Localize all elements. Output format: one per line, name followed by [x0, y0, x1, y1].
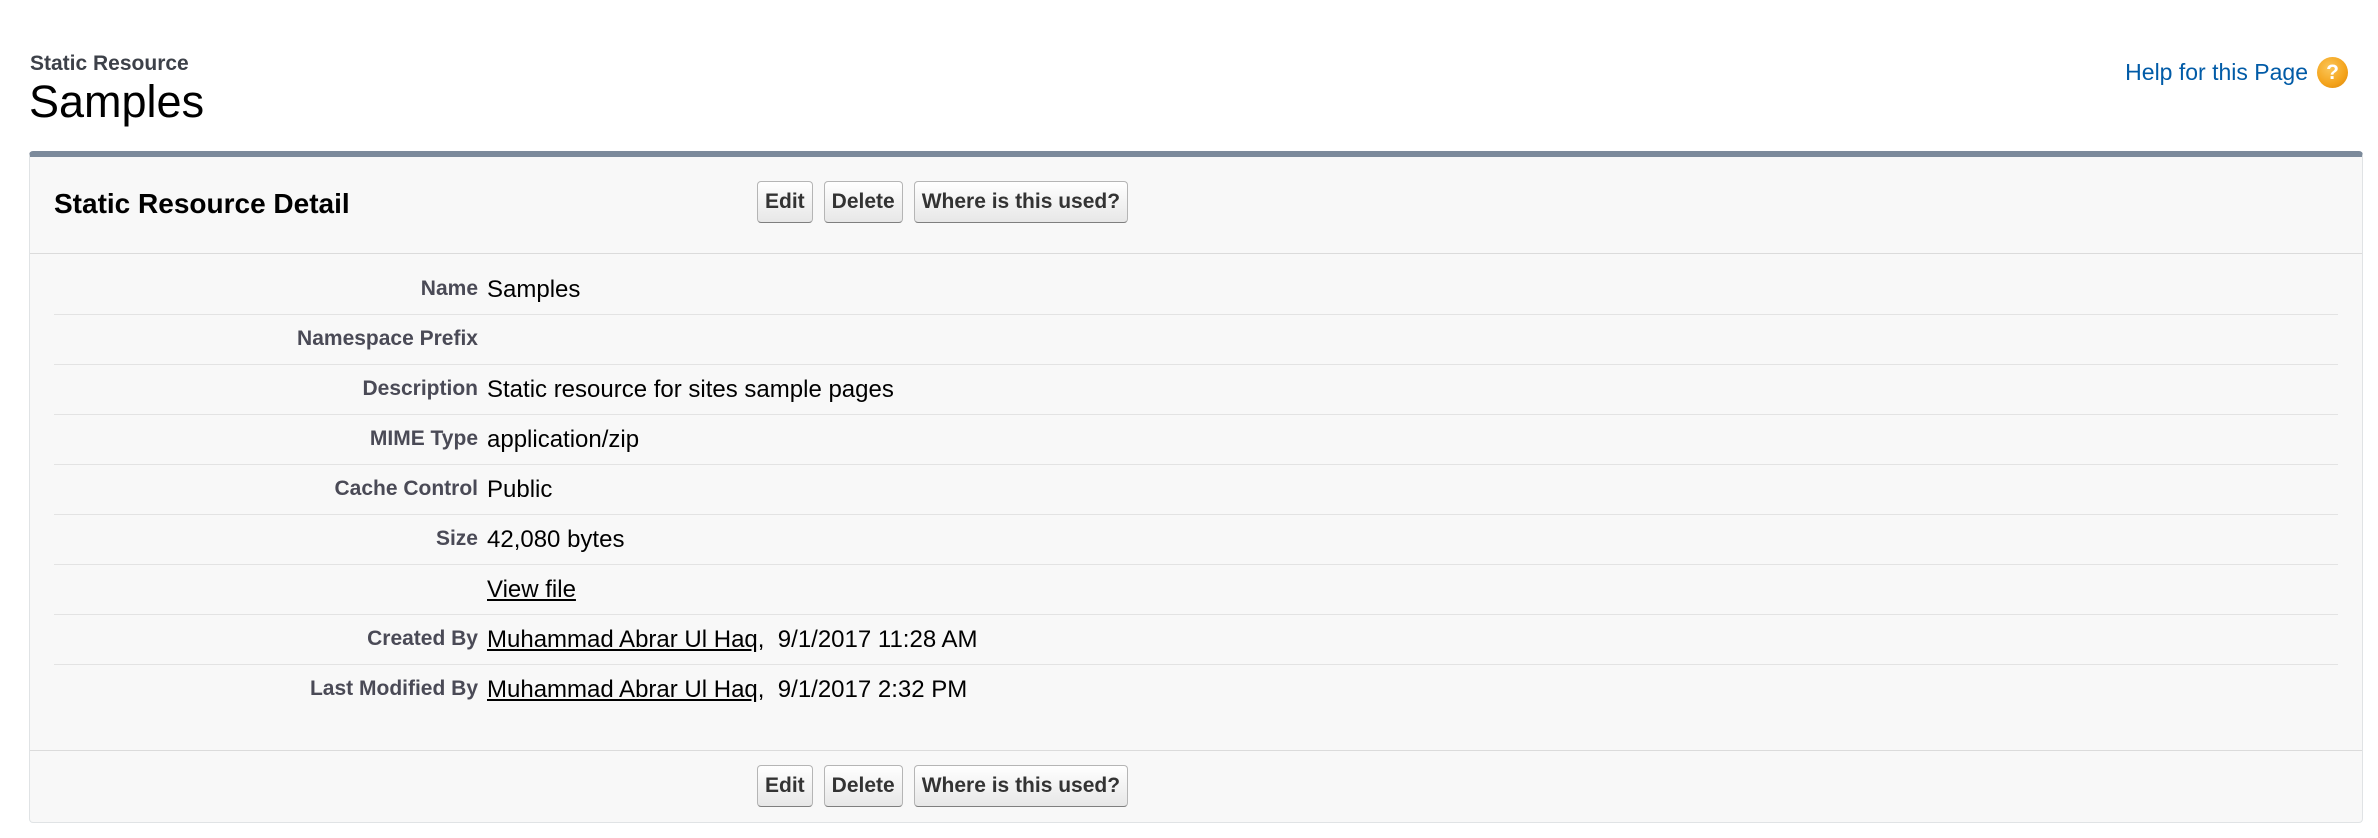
where-is-this-used-button[interactable]: Where is this used? [913, 181, 1129, 223]
delete-button-bottom[interactable]: Delete [823, 765, 903, 807]
view-file-link[interactable]: View file [487, 576, 576, 603]
help-icon: ? [2317, 57, 2348, 88]
field-row-name: Name Samples [54, 265, 2338, 315]
field-label-namespace-prefix: Namespace Prefix [297, 327, 478, 350]
created-by-separator: , [757, 626, 765, 653]
field-label-mime-type: MIME Type [369, 427, 478, 450]
field-value-mime-type: application/zip [487, 426, 640, 453]
last-modified-by-user-link[interactable]: Muhammad Abrar Ul Haq [487, 676, 758, 703]
field-value-size: 42,080 bytes [487, 526, 625, 553]
field-value-last-modified-by: Muhammad Abrar Ul Haq, 9/1/2017 2:32 PM [487, 677, 967, 703]
edit-button[interactable]: Edit [757, 181, 813, 223]
field-row-mime-type: MIME Type application/zip [54, 415, 2338, 465]
page-title: Samples [29, 76, 205, 127]
field-label-size: Size [435, 527, 478, 550]
field-label-name: Name [420, 277, 478, 300]
field-table: Name Samples Namespace Prefix Descriptio… [54, 265, 2338, 714]
field-row-cache-control: Cache Control Public [54, 465, 2338, 515]
page-type-label: Static Resource [30, 52, 189, 75]
panel-footer: Edit Delete Where is this used? [30, 750, 2362, 822]
panel-title: Static Resource Detail [54, 188, 350, 219]
field-value-created-by: Muhammad Abrar Ul Haq, 9/1/2017 11:28 AM [487, 627, 978, 653]
field-value-description: Static resource for sites sample pages [487, 376, 894, 403]
created-by-date: 9/1/2017 11:28 AM [777, 626, 978, 653]
bottom-button-row: Edit Delete Where is this used? [757, 765, 1129, 807]
static-resource-detail-panel: Static Resource Detail Edit Delete Where… [29, 151, 2363, 823]
page-header: Static Resource Samples Help for this Pa… [29, 52, 2348, 132]
field-row-namespace-prefix: Namespace Prefix [54, 315, 2338, 365]
field-value-view-file: View file [487, 577, 576, 603]
edit-button-bottom[interactable]: Edit [757, 765, 813, 807]
field-row-size: Size 42,080 bytes [54, 515, 2338, 565]
field-row-last-modified-by: Last Modified By Muhammad Abrar Ul Haq, … [54, 665, 2338, 714]
field-row-description: Description Static resource for sites sa… [54, 365, 2338, 415]
field-row-created-by: Created By Muhammad Abrar Ul Haq, 9/1/20… [54, 615, 2338, 665]
field-value-cache-control: Public [487, 476, 553, 503]
field-label-last-modified-by: Last Modified By [309, 677, 478, 700]
field-label-created-by: Created By [367, 627, 478, 650]
panel-header: Static Resource Detail Edit Delete Where… [30, 157, 2362, 254]
last-modified-by-separator: , [757, 676, 765, 703]
help-link-label: Help for this Page [2125, 59, 2308, 85]
field-row-view-file: View file [54, 565, 2338, 615]
created-by-user-link[interactable]: Muhammad Abrar Ul Haq [487, 626, 758, 653]
field-label-description: Description [362, 377, 478, 400]
top-button-row: Edit Delete Where is this used? [757, 181, 1129, 223]
where-is-this-used-button-bottom[interactable]: Where is this used? [913, 765, 1129, 807]
field-value-name: Samples [487, 276, 581, 303]
delete-button[interactable]: Delete [823, 181, 903, 223]
last-modified-by-date: 9/1/2017 2:32 PM [777, 676, 968, 703]
field-label-cache-control: Cache Control [334, 477, 478, 500]
help-for-this-page-link[interactable]: Help for this Page ? [2125, 57, 2348, 88]
